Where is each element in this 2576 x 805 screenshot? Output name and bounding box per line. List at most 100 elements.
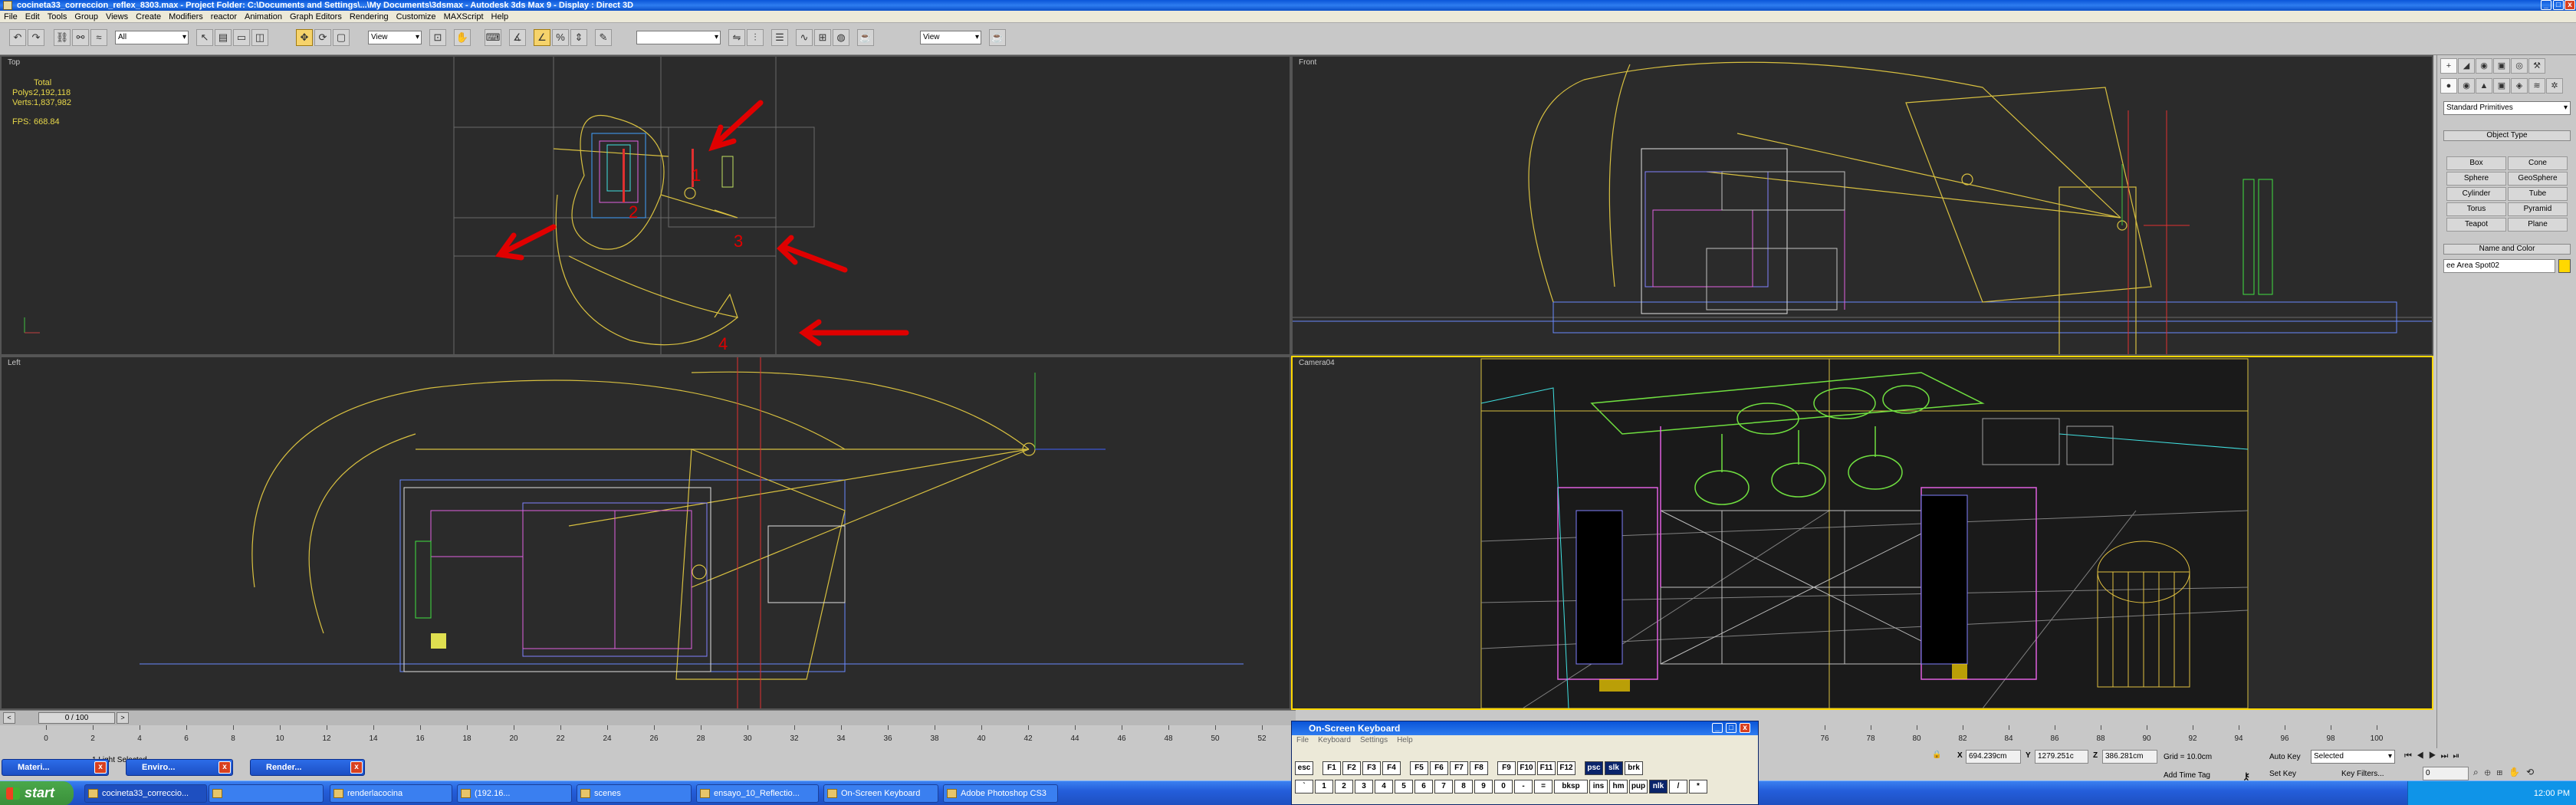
osk-key[interactable]: slk: [1605, 761, 1623, 775]
window-crossing-icon[interactable]: ◫: [251, 29, 268, 46]
cone-button[interactable]: Cone: [2508, 156, 2568, 170]
osk-key[interactable]: 4: [1375, 780, 1393, 794]
maximize-button[interactable]: □: [2553, 0, 2564, 10]
lock-selection-icon[interactable]: 🔒: [1932, 751, 1941, 759]
helpers-icon[interactable]: ◈: [2511, 78, 2528, 94]
utilities-tab[interactable]: ⚒: [2528, 58, 2545, 74]
x-coordinate-field[interactable]: 694.239cm: [1966, 750, 2021, 764]
viewport-camera[interactable]: Camera04: [1291, 356, 2433, 710]
unlink-icon[interactable]: ⚯: [72, 29, 89, 46]
task-3dsmax[interactable]: cocineta33_correccio...: [84, 784, 207, 803]
osk-key[interactable]: F4: [1382, 761, 1401, 775]
viewport-navigation-controls[interactable]: ⌕⊕⊞✋⟲: [2473, 767, 2573, 780]
osk-key[interactable]: F6: [1430, 761, 1448, 775]
minimize-button[interactable]: _: [1712, 723, 1723, 733]
menu-help[interactable]: Help: [488, 11, 513, 23]
select-by-name-icon[interactable]: ▤: [215, 29, 232, 46]
geometry-icon[interactable]: ●: [2440, 78, 2457, 94]
osk-key[interactable]: F7: [1450, 761, 1468, 775]
align-icon[interactable]: ⫶: [747, 29, 764, 46]
prev-frame-button[interactable]: <: [3, 712, 15, 724]
time-slider-thumb[interactable]: 0 / 100: [38, 712, 115, 724]
set-key-button[interactable]: Set Key: [2269, 770, 2296, 778]
osk-key[interactable]: F5: [1410, 761, 1428, 775]
current-frame-field[interactable]: 0: [2423, 767, 2469, 780]
selection-filter-dropdown[interactable]: All: [115, 31, 189, 44]
move-icon[interactable]: ✥: [296, 29, 313, 46]
object-type-rollout-header[interactable]: Object Type: [2443, 130, 2571, 141]
menu-tools[interactable]: Tools: [44, 11, 71, 23]
key-filters-button[interactable]: Key Filters...: [2341, 770, 2384, 778]
osk-key[interactable]: 8: [1454, 780, 1473, 794]
viewport-front[interactable]: Front: [1291, 55, 2433, 356]
osk-key[interactable]: 5: [1395, 780, 1413, 794]
osk-key[interactable]: psc: [1585, 761, 1603, 775]
osk-key[interactable]: /: [1669, 780, 1687, 794]
task-blank[interactable]: [209, 784, 324, 803]
osk-key[interactable]: nlk: [1649, 780, 1668, 794]
scale-icon[interactable]: ▢: [333, 29, 350, 46]
lights-icon[interactable]: ▲: [2476, 78, 2492, 94]
percent-snap-icon[interactable]: %: [552, 29, 569, 46]
menu-create[interactable]: Create: [132, 11, 165, 23]
sphere-button[interactable]: Sphere: [2446, 172, 2506, 186]
maximize-button[interactable]: □: [1726, 723, 1737, 733]
osk-key[interactable]: F9: [1497, 761, 1516, 775]
named-selection-sets-dropdown[interactable]: [636, 31, 721, 44]
task-photoshop[interactable]: Adobe Photoshop CS3: [943, 784, 1058, 803]
menu-modifiers[interactable]: Modifiers: [165, 11, 207, 23]
viewport-top[interactable]: Top Total Polys:2,192,118 Verts:1,837,98…: [0, 55, 1291, 356]
rotate-icon[interactable]: ⟳: [314, 29, 331, 46]
menu-customize[interactable]: Customize: [393, 11, 440, 23]
render-type-dropdown[interactable]: View: [920, 31, 981, 44]
key-mode-dropdown[interactable]: Selected: [2311, 750, 2395, 764]
name-and-color-rollout-header[interactable]: Name and Color: [2443, 244, 2571, 255]
close-icon[interactable]: x: [350, 761, 363, 774]
y-coordinate-field[interactable]: 1279.251c: [2035, 750, 2088, 764]
edit-named-selections-icon[interactable]: ✎: [595, 29, 612, 46]
environment-window[interactable]: Enviro... x: [126, 759, 233, 776]
add-time-tag[interactable]: Add Time Tag: [2164, 771, 2210, 780]
osk-menu-file[interactable]: File: [1296, 736, 1309, 744]
osk-key[interactable]: F2: [1342, 761, 1361, 775]
tube-button[interactable]: Tube: [2508, 187, 2568, 201]
menu-edit[interactable]: Edit: [21, 11, 44, 23]
render-scene-icon[interactable]: ☕: [857, 29, 874, 46]
box-button[interactable]: Box: [2446, 156, 2506, 170]
clock[interactable]: 12:00 PM: [2534, 789, 2570, 798]
menu-maxscript[interactable]: MAXScript: [440, 11, 488, 23]
osk-key[interactable]: 9: [1474, 780, 1493, 794]
osk-key[interactable]: 1: [1315, 780, 1333, 794]
close-icon[interactable]: x: [94, 761, 107, 774]
next-frame-button[interactable]: >: [117, 712, 129, 724]
osk-key[interactable]: F3: [1362, 761, 1381, 775]
menu-rendering[interactable]: Rendering: [346, 11, 393, 23]
viewport-left[interactable]: Left: [0, 356, 1291, 710]
osk-key[interactable]: 7: [1434, 780, 1453, 794]
bind-spacewarp-icon[interactable]: ≈: [90, 29, 107, 46]
keyboard-shortcut-icon[interactable]: ⌨: [485, 29, 501, 46]
material-editor-icon[interactable]: ◍: [833, 29, 849, 46]
pyramid-button[interactable]: Pyramid: [2508, 202, 2568, 216]
minimize-button[interactable]: _: [2541, 0, 2551, 10]
time-slider[interactable]: < 0 / 100 >: [0, 710, 1296, 725]
osk-key[interactable]: brk: [1625, 761, 1643, 775]
reference-coordinate-dropdown[interactable]: View: [368, 31, 422, 44]
close-button[interactable]: x: [2564, 0, 2575, 10]
task-ensayo[interactable]: ensayo_10_Reflectio...: [696, 784, 819, 803]
osk-key[interactable]: F11: [1537, 761, 1556, 775]
osk-key[interactable]: =: [1534, 780, 1552, 794]
close-button[interactable]: x: [1740, 723, 1750, 733]
snap-toggle-icon[interactable]: ∡: [509, 29, 526, 46]
z-coordinate-field[interactable]: 386.281cm: [2102, 750, 2157, 764]
menu-group[interactable]: Group: [71, 11, 102, 23]
cameras-icon[interactable]: ▣: [2493, 78, 2510, 94]
pivot-center-icon[interactable]: ⊡: [429, 29, 446, 46]
modify-tab[interactable]: ◢: [2458, 58, 2475, 74]
category-dropdown[interactable]: Standard Primitives: [2443, 101, 2571, 115]
osk-key[interactable]: F10: [1517, 761, 1536, 775]
task-scenes[interactable]: scenes: [577, 784, 692, 803]
mirror-icon[interactable]: ⇋: [728, 29, 745, 46]
osk-key[interactable]: esc: [1295, 761, 1313, 775]
material-editor-window[interactable]: Materi... x: [2, 759, 109, 776]
